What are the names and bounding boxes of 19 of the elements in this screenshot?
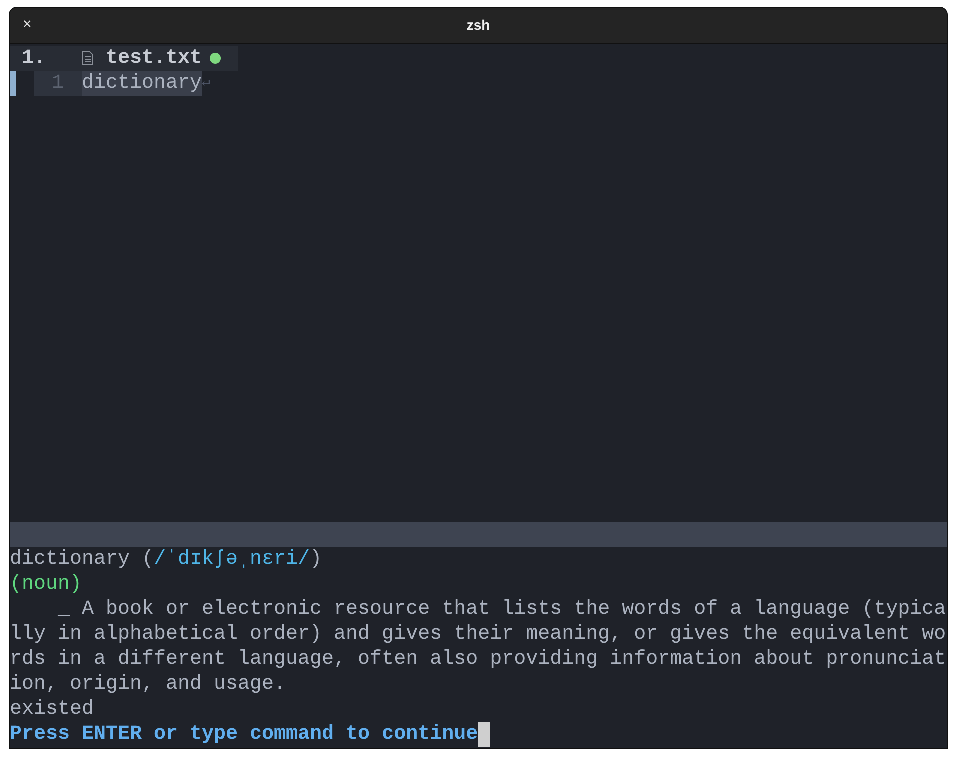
buffer-tab[interactable]: 1. test.txt bbox=[10, 46, 238, 71]
output-line: _ A book or electronic resource that lists the words of a language (typica bbox=[57, 598, 946, 621]
closing-paren: ) bbox=[310, 547, 322, 572]
continue-prompt: Press ENTER or type command to continue bbox=[10, 722, 478, 747]
file-name: test.txt bbox=[106, 46, 202, 71]
phonetic-text: /ˈdɪkʃəˌnɛri/ bbox=[154, 547, 310, 572]
close-button[interactable]: × bbox=[22, 16, 33, 34]
buffer-text: dictionary bbox=[82, 71, 202, 96]
headword: dictionary ( bbox=[10, 547, 154, 572]
part-of-speech: (noun) bbox=[10, 573, 82, 596]
eol-mark: ↵ bbox=[202, 74, 210, 93]
output-line: existed bbox=[10, 698, 94, 721]
cursor bbox=[478, 722, 490, 747]
output-line: lly in alphabetical order) and gives their meaning, or gives the equivalent wo bbox=[10, 623, 946, 646]
tab-number: 1. bbox=[21, 46, 48, 71]
file-icon bbox=[82, 51, 94, 66]
window-title: zsh bbox=[466, 16, 490, 35]
output-line: rds in a different language, often also providing information about pronunciat bbox=[10, 648, 946, 671]
output-line: ion, origin, and usage. bbox=[10, 673, 286, 696]
